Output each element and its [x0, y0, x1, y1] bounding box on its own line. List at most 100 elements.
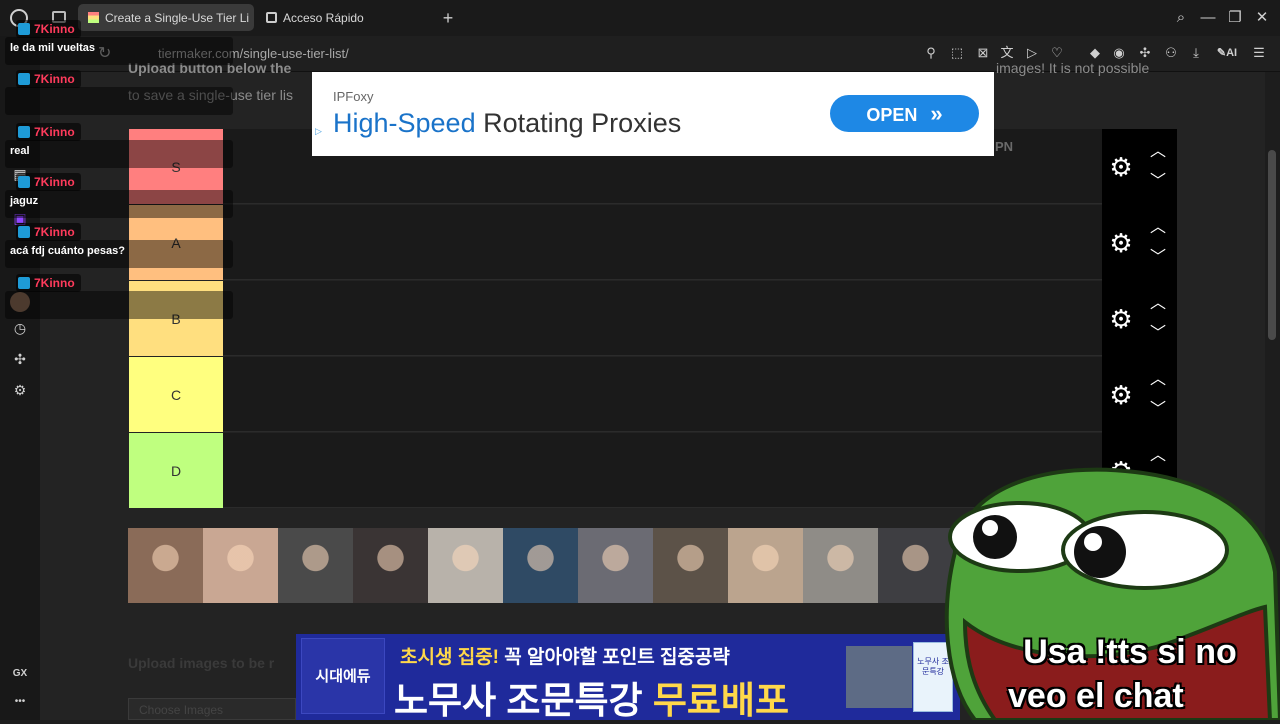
close-icon[interactable]: ✕ [1252, 8, 1272, 28]
ad-line1-highlight: 초시생 집중! [400, 647, 500, 668]
tier-label-c[interactable]: C [129, 357, 223, 432]
ad-line1-rest: 꼭 알아야할 포인트 집중공략 [504, 647, 730, 668]
chat-username: 7Kinno [16, 123, 81, 141]
ad-line1: 초시생 집중! 꼭 알아야할 포인트 집중공략 [400, 642, 730, 669]
ad-logo: 시대에듀 [301, 638, 385, 714]
tier-label-d[interactable]: D [129, 433, 223, 508]
twitch-badge-icon [18, 73, 30, 85]
chat-username-text: 7Kinno [34, 175, 75, 189]
ad-line2: 노무사 조문특강 무료배포 [394, 670, 789, 724]
tier-image-thumbnail[interactable] [278, 528, 353, 603]
tier-image-thumbnail[interactable] [428, 528, 503, 603]
download-icon[interactable]: ⤓ [1187, 44, 1205, 62]
chevron-up-icon[interactable]: ︿ [1148, 144, 1168, 160]
scrollbar-thumb[interactable] [1268, 150, 1276, 340]
grid-icon [266, 12, 277, 23]
overlay-line1: Usa !tts si no [1023, 633, 1237, 671]
chat-message [5, 87, 233, 115]
twitch-badge-icon [18, 226, 30, 238]
tier-image-thumbnail[interactable] [653, 528, 728, 603]
choose-images-label: Choose Images [139, 703, 224, 717]
twitch-badge-icon [18, 23, 30, 35]
twitch-badge-icon [18, 176, 30, 188]
history-icon[interactable]: ◷ [10, 318, 30, 338]
tab-label: Acceso Rápido [283, 10, 364, 25]
chat-message: jaguz [5, 190, 233, 218]
cut-off-text: PN [995, 139, 1014, 154]
more-icon[interactable]: ••• [10, 692, 30, 712]
choose-images-button[interactable]: Choose Images [128, 698, 296, 720]
ad-brand: IPFoxy [333, 89, 374, 104]
settings-icon[interactable]: ⚙ [10, 380, 30, 400]
chat-username-text: 7Kinno [34, 125, 75, 139]
tab-bar: Create a Single-Use Tier Li Acceso Rápid… [0, 0, 1280, 36]
chevron-up-icon[interactable]: ︿ [1148, 220, 1168, 236]
chevron-up-icon[interactable]: ︿ [1148, 372, 1168, 388]
chevron-up-icon[interactable]: ︿ [1148, 448, 1168, 464]
new-tab-button[interactable]: + [438, 8, 458, 28]
gear-icon[interactable]: ⚙ [1108, 382, 1134, 408]
profile-icon[interactable]: ⚇ [1162, 44, 1180, 62]
ad-headline: High-Speed Rotating Proxies [333, 108, 681, 139]
tiermaker-favicon-icon [88, 12, 99, 23]
restore-icon[interactable]: ❐ [1225, 8, 1245, 28]
ad-line2-main: 노무사 조문특강 [394, 680, 643, 721]
chevron-up-icon[interactable]: ︿ [1148, 296, 1168, 312]
adblock-icon[interactable]: ⊠ [974, 44, 992, 62]
pin-icon[interactable]: ⚲ [922, 44, 940, 62]
tier-image-thumbnail[interactable] [503, 528, 578, 603]
snapshot-icon[interactable]: ⬚ [948, 44, 966, 62]
tab-tiermaker[interactable]: Create a Single-Use Tier Li [78, 4, 254, 31]
chat-message [5, 291, 233, 319]
ad-open-button[interactable]: OPEN » [830, 95, 979, 132]
chat-username: 7Kinno [16, 274, 81, 292]
search-tabs-icon[interactable]: ⌕ [1171, 8, 1191, 28]
gear-icon[interactable]: ⚙ [1108, 154, 1134, 180]
tier-row-c[interactable]: C [129, 357, 1177, 432]
pepe-highlight-right [1084, 533, 1102, 551]
chat-username-text: 7Kinno [34, 225, 75, 239]
tier-image-thumbnail[interactable] [578, 528, 653, 603]
chat-username: 7Kinno [16, 20, 81, 38]
minimize-icon[interactable]: — [1198, 8, 1218, 28]
ai-button[interactable]: ✎AI [1212, 44, 1242, 62]
chevron-down-icon[interactable]: ﹀ [1148, 174, 1168, 190]
easy-setup-icon[interactable]: ☰ [1250, 44, 1268, 62]
chevron-down-icon[interactable]: ﹀ [1148, 326, 1168, 342]
ad-instructors-photo [846, 646, 912, 708]
twitch-badge-icon [18, 126, 30, 138]
extensions-sidebar-icon[interactable]: ✣ [10, 349, 30, 369]
tier-image-thumbnail[interactable] [353, 528, 428, 603]
double-chevron-right-icon: » [930, 101, 943, 126]
intro-text-line1-right: images! It is not possible [996, 60, 1150, 76]
tab-acceso-rapido[interactable]: Acceso Rápido [256, 4, 426, 31]
pepe-pupil-right [1074, 526, 1126, 578]
chat-username: 7Kinno [16, 70, 81, 88]
tier-image-thumbnail[interactable] [728, 528, 803, 603]
tier-image-thumbnail[interactable] [128, 528, 203, 603]
chat-message: real [5, 140, 233, 168]
gear-icon[interactable]: ⚙ [1108, 230, 1134, 256]
chat-message: acá fdj cuánto pesas? [5, 240, 233, 268]
gx-label[interactable]: GX [10, 664, 30, 684]
tier-row-b[interactable]: B [129, 281, 1177, 356]
twitch-badge-icon [18, 277, 30, 289]
tier-image-thumbnail[interactable] [803, 528, 878, 603]
overlay-line2: veo el chat [1008, 677, 1184, 715]
ad-banner-top[interactable]: IPFoxy High-Speed Rotating Proxies ▷ OPE… [312, 72, 994, 156]
chat-username: 7Kinno [16, 223, 81, 241]
tier-row-a[interactable]: A [129, 205, 1177, 280]
tier-image-thumbnail[interactable] [203, 528, 278, 603]
chevron-down-icon[interactable]: ﹀ [1148, 250, 1168, 266]
pepe-pupil-left [973, 515, 1017, 559]
ad-open-label: OPEN [866, 105, 918, 125]
ai-label: AI [1226, 47, 1238, 59]
tab-label: Create a Single-Use Tier Li [105, 10, 250, 25]
pepe-highlight-left [982, 520, 998, 536]
ad-banner-bottom[interactable]: 시대에듀 초시생 집중! 꼭 알아야할 포인트 집중공략 노무사 조문특강 무료… [296, 634, 960, 721]
ad-headline-highlight: High-Speed [333, 108, 476, 138]
upload-caption: Upload images to be r [128, 655, 275, 671]
chevron-down-icon[interactable]: ﹀ [1148, 402, 1168, 418]
gear-icon[interactable]: ⚙ [1108, 306, 1134, 332]
ad-choices-icon[interactable]: ▷ [315, 126, 325, 136]
